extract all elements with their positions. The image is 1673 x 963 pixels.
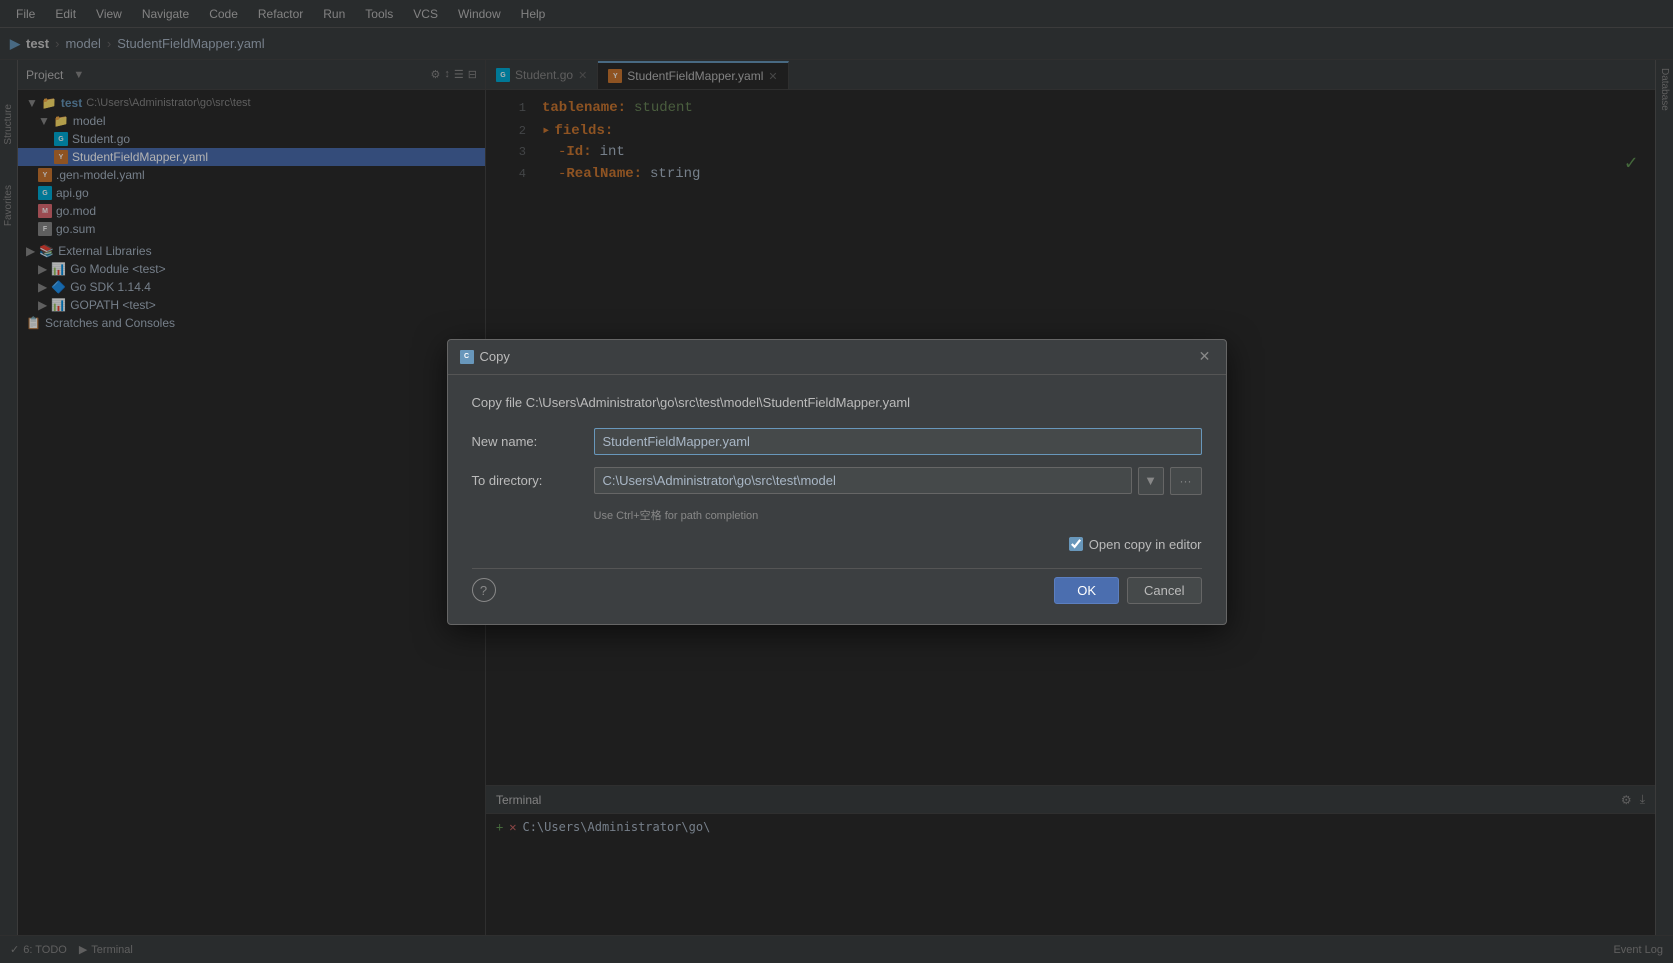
dir-input-row: ▼ ··· <box>594 467 1202 495</box>
dialog-description: Copy file C:\Users\Administrator\go\src\… <box>472 395 1202 410</box>
dialog-copy-icon: C <box>460 350 474 364</box>
dialog-footer: ? OK Cancel <box>472 568 1202 604</box>
dir-browse-button[interactable]: ··· <box>1170 467 1202 495</box>
dialog-title-bar: C Copy ✕ <box>448 340 1226 375</box>
dialog-overlay: C Copy ✕ Copy file C:\Users\Administrato… <box>0 0 1673 963</box>
dir-dropdown-button[interactable]: ▼ <box>1138 467 1164 495</box>
dialog-actions: OK Cancel <box>1054 577 1201 604</box>
to-dir-field: To directory: ▼ ··· <box>472 467 1202 495</box>
to-dir-label: To directory: <box>472 473 582 488</box>
new-name-input[interactable] <box>594 428 1202 455</box>
help-button[interactable]: ? <box>472 578 496 602</box>
cancel-button[interactable]: Cancel <box>1127 577 1201 604</box>
dialog-close-button[interactable]: ✕ <box>1196 348 1214 366</box>
path-completion-hint: Use Ctrl+空格 for path completion <box>472 507 1202 523</box>
checkbox-row: Open copy in editor <box>472 537 1202 552</box>
new-name-field: New name: <box>472 428 1202 455</box>
dialog-title-left: C Copy <box>460 349 510 364</box>
dir-input[interactable] <box>594 467 1132 494</box>
dialog-title-text: Copy <box>480 349 510 364</box>
open-copy-label[interactable]: Open copy in editor <box>1089 537 1202 552</box>
dialog-body: Copy file C:\Users\Administrator\go\src\… <box>448 375 1226 624</box>
ok-button[interactable]: OK <box>1054 577 1119 604</box>
copy-dialog: C Copy ✕ Copy file C:\Users\Administrato… <box>447 339 1227 625</box>
open-copy-checkbox[interactable] <box>1069 537 1083 551</box>
new-name-label: New name: <box>472 434 582 449</box>
